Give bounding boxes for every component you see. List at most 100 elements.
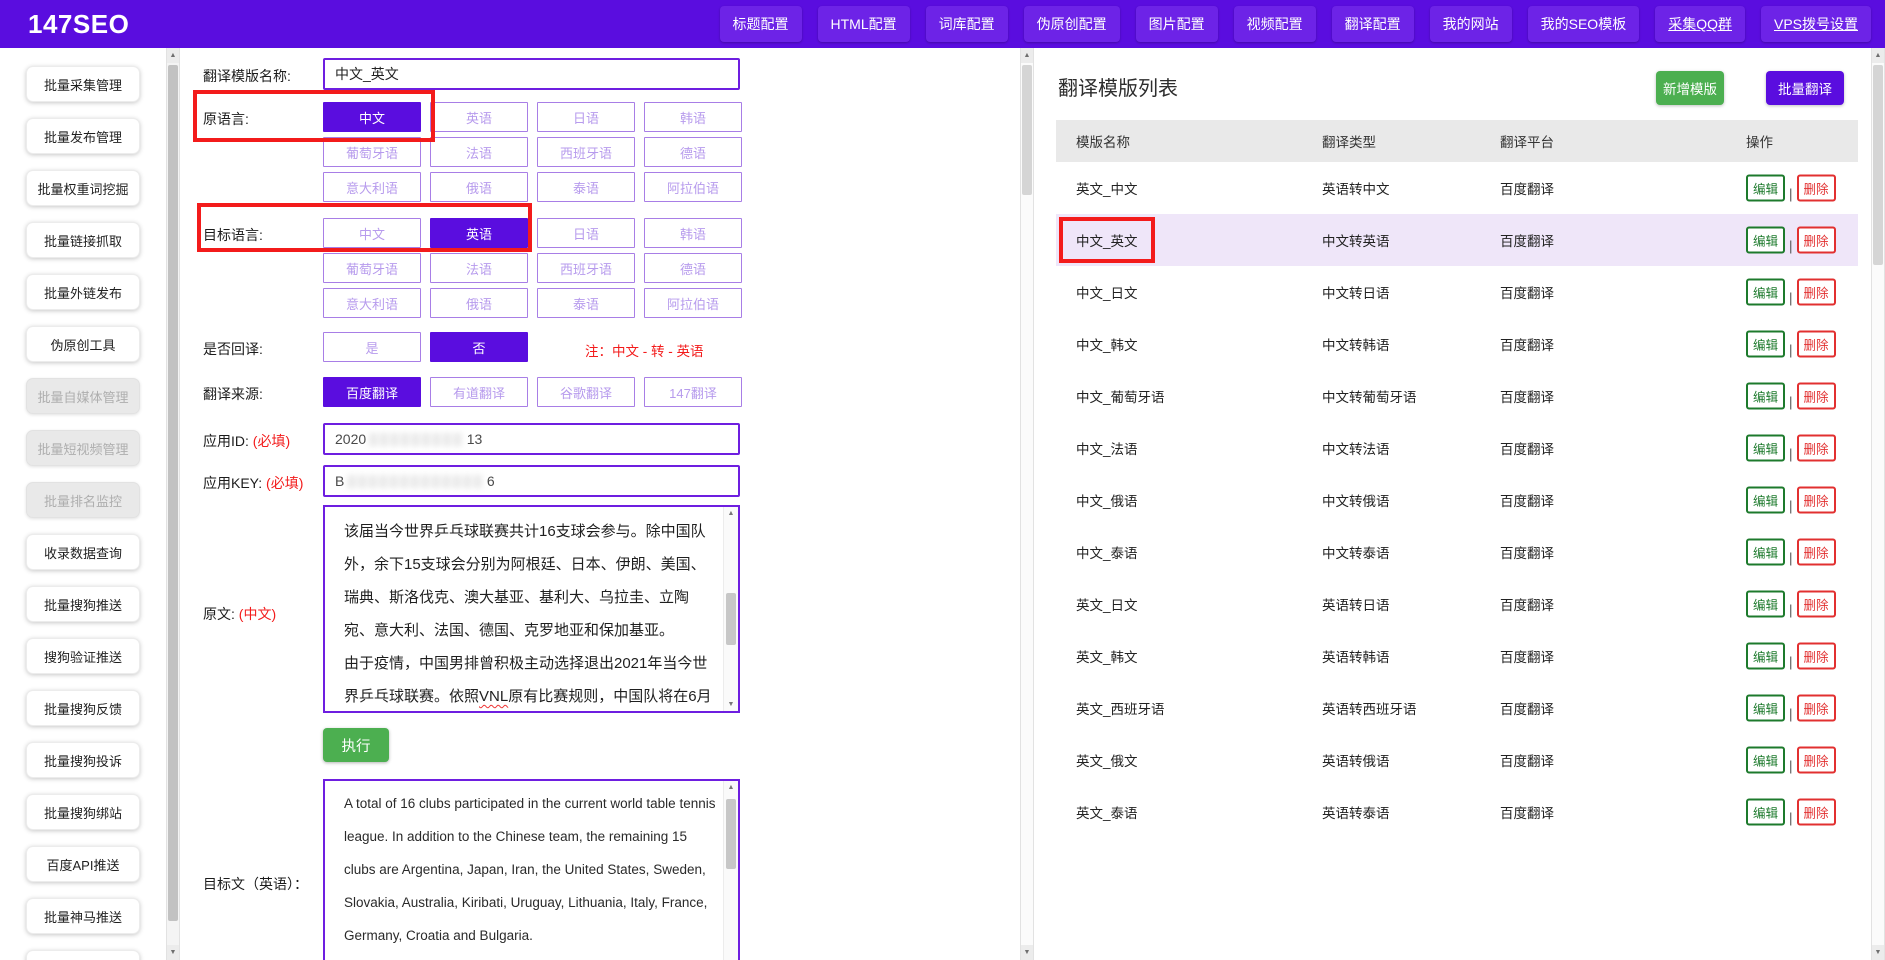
sidebar-scrollbar[interactable]: ▲ ▼ (166, 48, 180, 960)
source-lang-option-0[interactable]: 中文 (323, 102, 421, 132)
sidebar-item-4[interactable]: 批量外链发布 (26, 274, 140, 310)
source-lang-option-8[interactable]: 意大利语 (323, 172, 421, 202)
target-lang-option-4[interactable]: 葡萄牙语 (323, 253, 421, 283)
scrollbar-thumb[interactable] (726, 799, 736, 869)
panel-scrollbar[interactable]: ▲ ▼ (1871, 48, 1885, 960)
scroll-up-icon[interactable]: ▲ (724, 510, 738, 517)
source-lang-option-11[interactable]: 阿拉伯语 (644, 172, 742, 202)
scroll-up-icon[interactable]: ▲ (1872, 48, 1884, 63)
scrollbar-thumb[interactable] (1022, 65, 1032, 195)
source-lang-option-6[interactable]: 西班牙语 (537, 137, 635, 167)
source-lang-option-3[interactable]: 韩语 (644, 102, 742, 132)
translate-source-option-0[interactable]: 百度翻译 (323, 377, 421, 407)
target-text-scrollbar[interactable]: ▲ ▼ (723, 781, 738, 960)
back-translate-option-0[interactable]: 是 (323, 332, 421, 362)
source-text-area[interactable]: 该届当今世界乒乓球联赛共计16支球会参与。除中国队外，余下15支球会分别为阿根廷… (323, 505, 740, 713)
topnav-item-8[interactable]: 我的SEO模板 (1528, 6, 1640, 42)
topnav-item-0[interactable]: 标题配置 (720, 6, 802, 42)
topnav-item-9[interactable]: 采集QQ群 (1655, 6, 1745, 42)
sidebar-item-11[interactable]: 搜狗验证推送 (26, 638, 140, 674)
topnav-item-1[interactable]: HTML配置 (818, 6, 910, 42)
delete-button[interactable]: 删除 (1797, 227, 1836, 254)
target-lang-option-0[interactable]: 中文 (323, 218, 421, 248)
edit-button[interactable]: 编辑 (1746, 799, 1785, 826)
topnav-item-2[interactable]: 词库配置 (926, 6, 1008, 42)
edit-button[interactable]: 编辑 (1746, 643, 1785, 670)
sidebar-item-9[interactable]: 收录数据查询 (26, 534, 140, 570)
edit-button[interactable]: 编辑 (1746, 175, 1785, 202)
edit-button[interactable]: 编辑 (1746, 383, 1785, 410)
target-lang-option-2[interactable]: 日语 (537, 218, 635, 248)
scroll-up-icon[interactable]: ▲ (167, 48, 179, 63)
topnav-item-3[interactable]: 伪原创配置 (1024, 6, 1120, 42)
sidebar-item-3[interactable]: 批量链接抓取 (26, 222, 140, 258)
scrollbar-thumb[interactable] (168, 65, 178, 921)
source-lang-option-1[interactable]: 英语 (430, 102, 528, 132)
delete-button[interactable]: 删除 (1797, 591, 1836, 618)
edit-button[interactable]: 编辑 (1746, 695, 1785, 722)
edit-button[interactable]: 编辑 (1746, 747, 1785, 774)
target-lang-option-6[interactable]: 西班牙语 (537, 253, 635, 283)
sidebar-item-16[interactable]: 批量神马推送 (26, 898, 140, 934)
delete-button[interactable]: 删除 (1797, 331, 1836, 358)
delete-button[interactable]: 删除 (1797, 539, 1836, 566)
target-lang-option-11[interactable]: 阿拉伯语 (644, 288, 742, 318)
delete-button[interactable]: 删除 (1797, 799, 1836, 826)
delete-button[interactable]: 删除 (1797, 643, 1836, 670)
app-key-input[interactable]: B ▒▒▒▒▒▒▒▒▒▒▒▒▒ 6 (323, 465, 740, 497)
topnav-item-6[interactable]: 翻译配置 (1332, 6, 1414, 42)
edit-button[interactable]: 编辑 (1746, 279, 1785, 306)
template-name-input[interactable] (323, 58, 740, 90)
sidebar-item-12[interactable]: 批量搜狗反馈 (26, 690, 140, 726)
scroll-down-icon[interactable]: ▼ (167, 945, 179, 960)
translate-source-option-1[interactable]: 有道翻译 (430, 377, 528, 407)
delete-button[interactable]: 删除 (1797, 279, 1836, 306)
scroll-up-icon[interactable]: ▲ (1021, 48, 1033, 63)
target-lang-option-7[interactable]: 德语 (644, 253, 742, 283)
source-lang-option-9[interactable]: 俄语 (430, 172, 528, 202)
topnav-item-4[interactable]: 图片配置 (1136, 6, 1218, 42)
back-translate-option-1[interactable]: 否 (430, 332, 528, 362)
source-lang-option-10[interactable]: 泰语 (537, 172, 635, 202)
sidebar-item-15[interactable]: 百度API推送 (26, 846, 140, 882)
scrollbar-thumb[interactable] (726, 593, 736, 645)
add-template-button[interactable]: 新增模版 (1656, 71, 1724, 105)
source-text-scrollbar[interactable]: ▲ ▼ (723, 507, 738, 711)
delete-button[interactable]: 删除 (1797, 435, 1836, 462)
sidebar-item-1[interactable]: 批量发布管理 (26, 118, 140, 154)
topnav-item-5[interactable]: 视频配置 (1234, 6, 1316, 42)
target-lang-option-3[interactable]: 韩语 (644, 218, 742, 248)
sidebar-item-0[interactable]: 批量采集管理 (26, 66, 140, 102)
source-lang-option-5[interactable]: 法语 (430, 137, 528, 167)
edit-button[interactable]: 编辑 (1746, 539, 1785, 566)
sidebar-item-14[interactable]: 批量搜狗绑站 (26, 794, 140, 830)
target-lang-option-1[interactable]: 英语 (430, 218, 528, 248)
sidebar-item-13[interactable]: 批量搜狗投诉 (26, 742, 140, 778)
target-lang-option-5[interactable]: 法语 (430, 253, 528, 283)
target-lang-option-10[interactable]: 泰语 (537, 288, 635, 318)
edit-button[interactable]: 编辑 (1746, 435, 1785, 462)
sidebar-item-17[interactable] (26, 950, 140, 960)
edit-button[interactable]: 编辑 (1746, 487, 1785, 514)
sidebar-item-10[interactable]: 批量搜狗推送 (26, 586, 140, 622)
scrollbar-thumb[interactable] (1873, 65, 1883, 265)
delete-button[interactable]: 删除 (1797, 175, 1836, 202)
delete-button[interactable]: 删除 (1797, 747, 1836, 774)
target-lang-option-8[interactable]: 意大利语 (323, 288, 421, 318)
scroll-down-icon[interactable]: ▼ (724, 701, 738, 708)
delete-button[interactable]: 删除 (1797, 695, 1836, 722)
source-lang-option-2[interactable]: 日语 (537, 102, 635, 132)
batch-translate-button[interactable]: 批量翻译 (1766, 71, 1844, 105)
target-text-area[interactable]: A total of 16 clubs participated in the … (323, 779, 740, 960)
source-lang-option-7[interactable]: 德语 (644, 137, 742, 167)
edit-button[interactable]: 编辑 (1746, 591, 1785, 618)
target-lang-option-9[interactable]: 俄语 (430, 288, 528, 318)
sidebar-item-2[interactable]: 批量权重词挖掘 (26, 170, 140, 206)
topnav-item-10[interactable]: VPS拨号设置 (1761, 6, 1871, 42)
scroll-down-icon[interactable]: ▼ (1872, 945, 1884, 960)
form-scrollbar[interactable]: ▲ ▼ (1020, 48, 1034, 960)
delete-button[interactable]: 删除 (1797, 383, 1836, 410)
topnav-item-7[interactable]: 我的网站 (1430, 6, 1512, 42)
execute-button[interactable]: 执行 (323, 728, 389, 762)
scroll-up-icon[interactable]: ▲ (724, 784, 738, 791)
